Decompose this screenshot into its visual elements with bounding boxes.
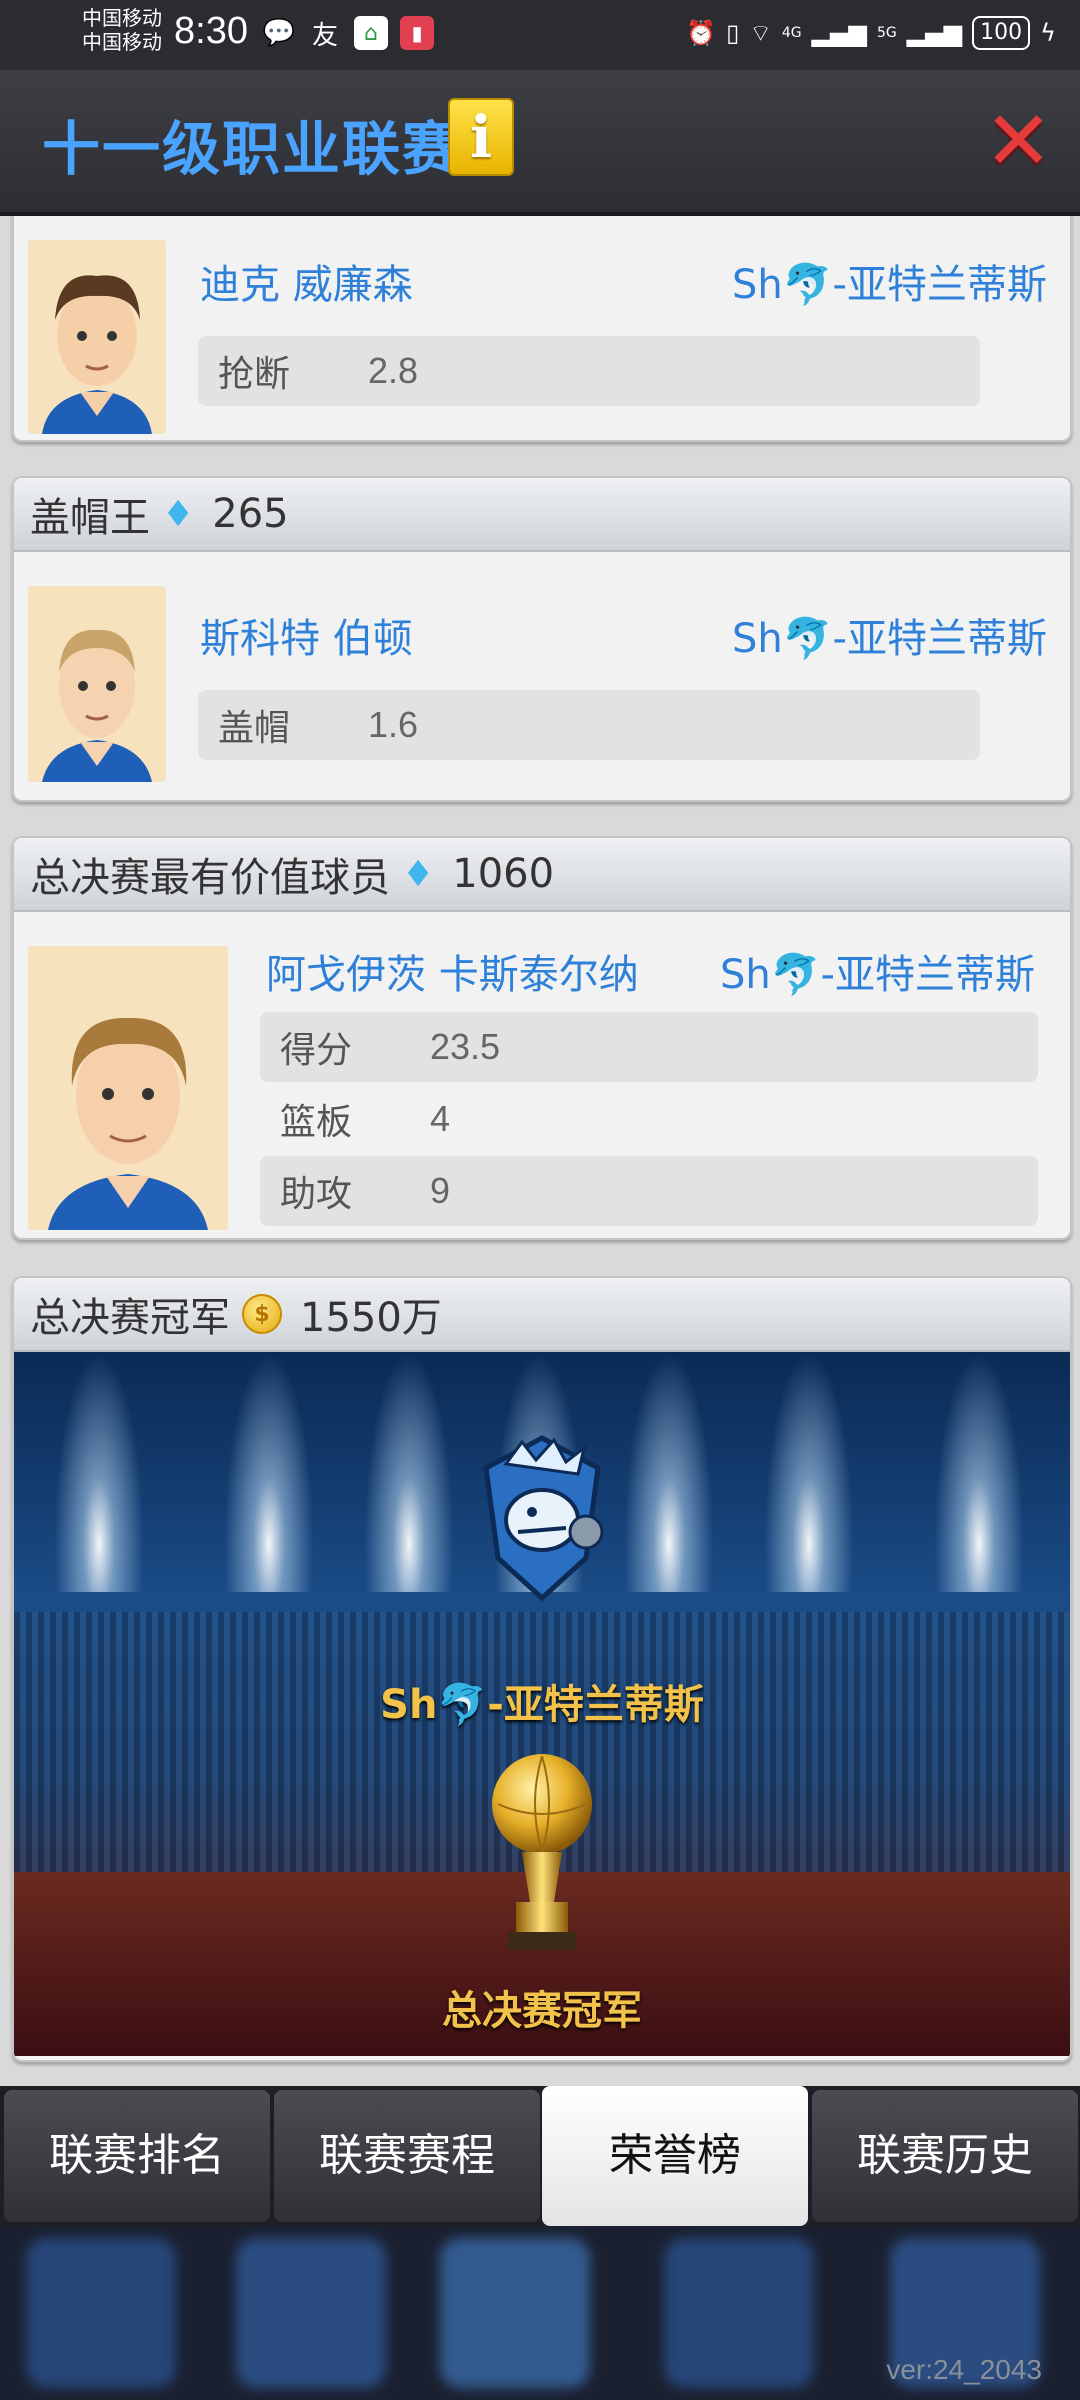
stat-row: 抢断 2.8 — [198, 336, 980, 406]
tab-bar: 联赛排名 联赛赛程 荣誉榜 联赛历史 — [0, 2086, 1080, 2226]
book-app-icon: ▮ — [400, 16, 434, 50]
stat-label: 得分 — [280, 1030, 353, 1071]
stat-value: 9 — [430, 1170, 451, 1211]
tab-league-schedule[interactable]: 联赛赛程 — [274, 2090, 540, 2222]
clock: 8:30 — [174, 10, 248, 52]
carrier-line-1: 中国移动 — [82, 6, 162, 30]
player-avatar — [28, 240, 166, 434]
signal-icon: ▂▄▆ — [811, 19, 868, 47]
award-reward: 1060 — [452, 851, 555, 897]
diamond-icon: ♦ — [402, 853, 435, 895]
tab-honor-roll[interactable]: 荣誉榜 — [542, 2086, 808, 2226]
blocks-leader-card: 盖帽王 ♦ 265 斯科特 伯顿 Sh🐬-亚特兰蒂斯 盖帽 1.6 — [12, 476, 1072, 802]
stat-label: 篮板 — [280, 1102, 353, 1143]
card-header: 总决赛冠军 $ 1550万 — [14, 1278, 1070, 1352]
player-avatar — [28, 586, 166, 782]
arena-banner: Sh🐬-亚特兰蒂斯 总决赛冠军 — [14, 1352, 1070, 2056]
carrier-info: 中国移动 中国移动 — [82, 6, 162, 54]
currency-nav-icon[interactable] — [236, 2238, 386, 2388]
card-header: 总决赛最有价值球员 ♦ 1060 — [14, 838, 1070, 912]
stat-value: 4 — [430, 1098, 451, 1139]
spotlight — [364, 1352, 454, 1592]
wifi-icon: ⌔ — [749, 19, 772, 47]
stat-row-points: 得分 23.5 — [260, 1012, 1038, 1082]
network-type-2: 5G — [877, 25, 897, 41]
player-name[interactable]: 阿戈伊茨 卡斯泰尔纳 — [266, 942, 639, 1000]
team-name[interactable]: Sh🐬-亚特兰蒂斯 — [720, 942, 1035, 1000]
spotlight — [934, 1352, 1024, 1592]
tab-league-history[interactable]: 联赛历史 — [812, 2090, 1078, 2222]
player-name[interactable]: 斯科特 伯顿 — [200, 606, 413, 664]
finals-champion-card: 总决赛冠军 $ 1550万 Sh🐬-亚特兰蒂斯 总决赛冠军 — [12, 1276, 1072, 2062]
chat-bubble-icon: 💬 — [262, 18, 296, 48]
honor-list[interactable]: 迪克 威廉森 Sh🐬-亚特兰蒂斯 抢断 2.8 盖帽王 ♦ 265 斯科特 伯顿 — [0, 216, 1080, 2086]
stat-label: 助攻 — [280, 1174, 353, 1215]
charging-icon: ϟ — [1040, 19, 1056, 47]
page-title: 十一级职业联赛 — [42, 115, 463, 183]
spotlight — [764, 1352, 854, 1592]
stat-label: 盖帽 — [218, 708, 291, 749]
award-title: 总决赛最有价值球员 — [30, 855, 390, 901]
vibrate-icon: ▯ — [726, 19, 740, 47]
home-app-icon: ⌂ — [354, 16, 388, 50]
carrier-line-2: 中国移动 — [82, 30, 162, 54]
steals-leader-card: 迪克 威廉森 Sh🐬-亚特兰蒂斯 抢断 2.8 — [12, 216, 1072, 442]
stat-label: 抢断 — [218, 354, 291, 395]
notification-icons: 💬 友 ⌂ ▮ — [262, 16, 434, 51]
spotlight — [54, 1352, 144, 1592]
award-reward: 1550万 — [300, 1295, 442, 1341]
title-bar: 十一级职业联赛 i ✕ — [0, 70, 1080, 216]
card-header: 盖帽王 ♦ 265 — [14, 478, 1070, 552]
network-type-1: 4G — [781, 25, 802, 41]
team-name[interactable]: Sh🐬-亚特兰蒂斯 — [732, 606, 1047, 664]
star-nav-icon[interactable] — [26, 2238, 176, 2388]
award-reward: 265 — [212, 491, 289, 537]
court-nav-icon[interactable] — [440, 2238, 590, 2388]
player-avatar — [28, 946, 228, 1230]
stat-value: 2.8 — [368, 350, 419, 391]
tab-league-ranking[interactable]: 联赛排名 — [4, 2090, 270, 2222]
status-bar: 中国移动 中国移动 8:30 💬 友 ⌂ ▮ ⏰ ▯ ⌔ 4G ▂▄▆ 5G ▂… — [0, 0, 1080, 70]
spotlight — [624, 1352, 714, 1592]
stat-value: 1.6 — [368, 704, 419, 745]
trophy-icon — [492, 1754, 592, 1950]
stat-row-rebounds: 篮板 4 — [260, 1084, 1038, 1154]
champion-team-name[interactable]: Sh🐬-亚特兰蒂斯 — [14, 1672, 1070, 1730]
chat-nav-icon[interactable] — [664, 2238, 814, 2388]
finals-mvp-card: 总决赛最有价值球员 ♦ 1060 阿戈伊茨 卡斯泰尔纳 Sh🐬-亚特兰蒂斯 得分… — [12, 836, 1072, 1240]
coin-icon: $ — [242, 1294, 282, 1334]
diamond-icon: ♦ — [162, 493, 195, 535]
team-name[interactable]: Sh🐬-亚特兰蒂斯 — [732, 252, 1047, 310]
system-icons: ⏰ ▯ ⌔ 4G ▂▄▆ 5G ▂▄▆ 100 ϟ — [686, 16, 1056, 50]
team-logo — [483, 1435, 604, 1602]
trophy-label: 总决赛冠军 — [442, 1988, 642, 2034]
version-label: ver:24_2043 — [886, 2354, 1042, 2385]
bottom-navigation: ver:24_2043 — [0, 2226, 1080, 2400]
stat-value: 23.5 — [430, 1026, 501, 1067]
award-title: 总决赛冠军 — [30, 1295, 230, 1341]
close-icon: ✕ — [984, 94, 1053, 189]
stat-row: 盖帽 1.6 — [198, 690, 980, 760]
player-name[interactable]: 迪克 威廉森 — [200, 252, 413, 310]
stat-row-assists: 助攻 9 — [260, 1156, 1038, 1226]
friend-app-icon: 友 — [311, 20, 338, 51]
close-button[interactable]: ✕ — [984, 101, 1053, 183]
award-title: 盖帽王 — [30, 495, 150, 541]
spotlight — [224, 1352, 314, 1592]
signal-icon-2: ▂▄▆ — [906, 19, 963, 47]
info-button[interactable]: i — [448, 98, 514, 176]
alarm-icon: ⏰ — [686, 19, 717, 47]
battery-indicator: 100 — [972, 16, 1031, 50]
